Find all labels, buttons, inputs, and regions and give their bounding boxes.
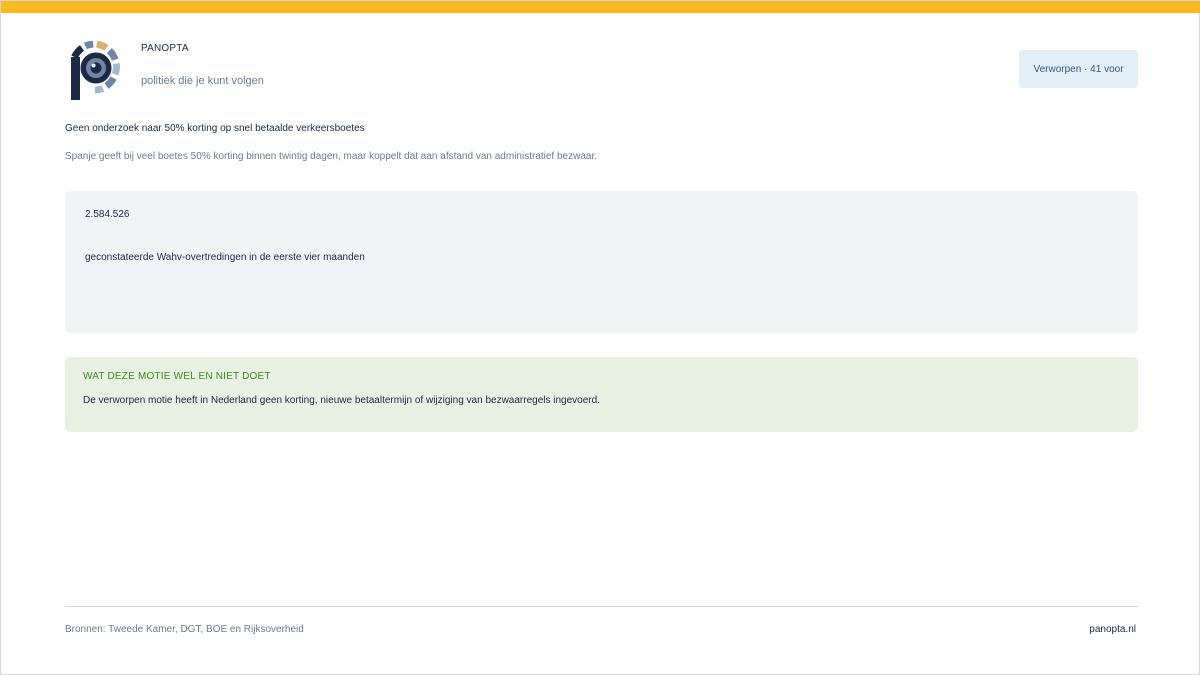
note-text: De verworpen motie heeft in Nederland ge… [83,395,600,406]
page-title: Geen onderzoek naar 50% korting op snel … [65,123,365,134]
footer-divider [65,606,1138,607]
stat-number: 2.584.526 [85,209,130,220]
top-accent-bar [1,1,1200,13]
brand-name: PANOPTA [141,43,189,54]
page-subtitle: Spanje geeft bij veel boetes 50% korting… [65,151,598,162]
status-badge: Verworpen · 41 voor [1019,50,1138,88]
note-card: WAT DEZE MOTIE WEL EN NIET DOET De verwo… [65,357,1138,432]
card-frame: PANOPTA politiek die je kunt volgen Verw… [0,0,1200,675]
stat-label: geconstateerde Wahv-overtredingen in de … [85,252,365,263]
note-heading: WAT DEZE MOTIE WEL EN NIET DOET [83,371,271,382]
stat-card: 2.584.526 geconstateerde Wahv-overtredin… [65,191,1138,333]
footer-sources: Bronnen: Tweede Kamer, DGT, BOE en Rijks… [65,624,304,635]
panopta-eye-logo-icon [69,40,121,101]
footer-site-link[interactable]: panopta.nl [1089,624,1136,635]
brand-tagline: politiek die je kunt volgen [141,75,264,87]
